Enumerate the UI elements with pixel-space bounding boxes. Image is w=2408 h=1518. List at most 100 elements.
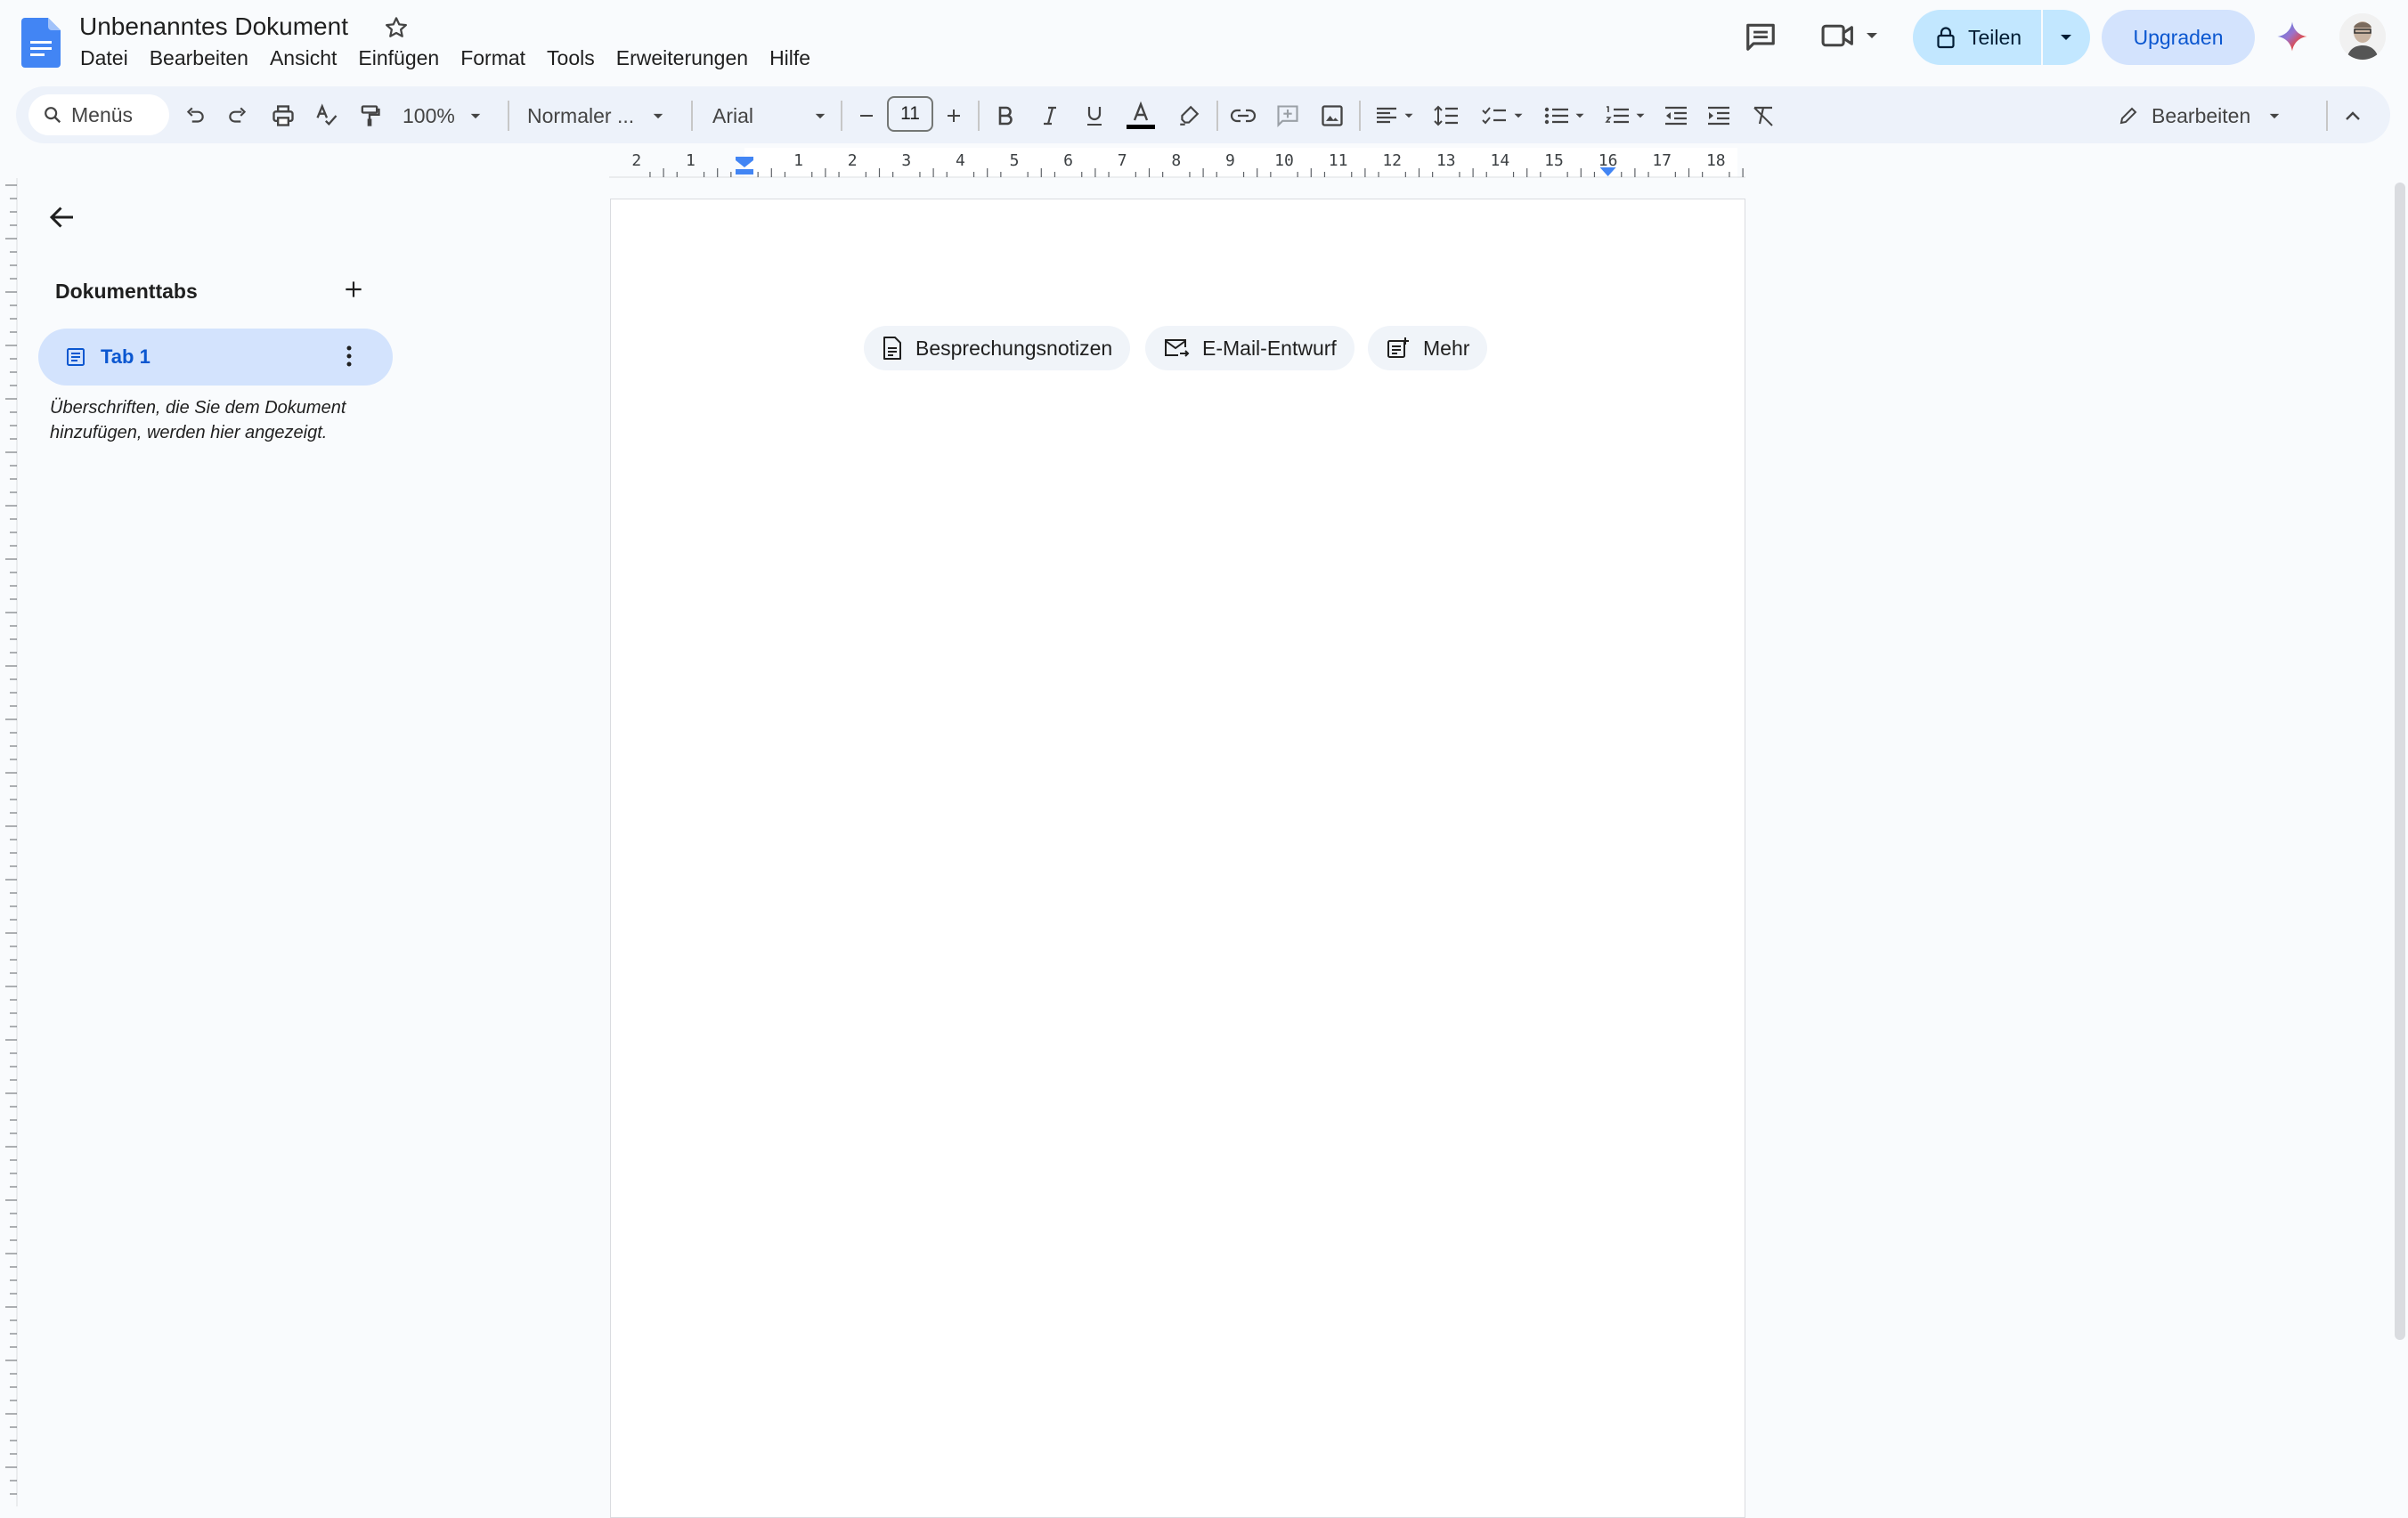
- ruler-label: 3: [901, 151, 911, 170]
- chevron-up-icon[interactable]: [2337, 98, 2369, 134]
- ruler-label: 12: [1382, 151, 1402, 170]
- search-icon: [43, 105, 62, 125]
- chip-label: E-Mail-Entwurf: [1202, 336, 1337, 360]
- font-size-input[interactable]: 11: [887, 96, 933, 132]
- back-arrow-icon[interactable]: [46, 201, 78, 233]
- toolbar-divider: [978, 101, 980, 131]
- menu-erweiterungen[interactable]: Erweiterungen: [616, 46, 748, 70]
- bullet-list-dropdown[interactable]: [1539, 98, 1590, 134]
- upgrade-button[interactable]: Upgraden: [2102, 10, 2255, 65]
- insert-image-icon[interactable]: [1316, 98, 1348, 134]
- ruler-label: 16: [1599, 151, 1618, 170]
- ruler-label: 9: [1225, 151, 1235, 170]
- bold-icon[interactable]: [992, 98, 1019, 134]
- search-menus-label: Menüs: [71, 102, 134, 126]
- chevron-down-icon: [2268, 112, 2281, 120]
- spellcheck-icon[interactable]: [312, 98, 342, 134]
- ruler-label: 8: [1171, 151, 1181, 170]
- paragraph-style-value: Normaler ...: [527, 103, 635, 127]
- ruler-label: 13: [1436, 151, 1456, 170]
- clear-formatting-icon[interactable]: [1747, 98, 1779, 134]
- more-templates-chip[interactable]: Mehr: [1368, 326, 1488, 370]
- email-draft-chip[interactable]: E-Mail-Entwurf: [1145, 326, 1354, 370]
- increase-indent-icon[interactable]: [1703, 98, 1735, 134]
- ruler-content-area: [744, 148, 1738, 178]
- menu-tools[interactable]: Tools: [547, 46, 595, 70]
- zoom-dropdown[interactable]: 100%: [403, 98, 500, 134]
- menu-format[interactable]: Format: [460, 46, 525, 70]
- editing-mode-dropdown[interactable]: Bearbeiten: [2118, 98, 2292, 134]
- search-menus-button[interactable]: Menüs: [28, 94, 169, 135]
- docs-logo-icon[interactable]: [21, 18, 61, 68]
- chip-label: Besprechungsnotizen: [915, 336, 1113, 360]
- align-dropdown[interactable]: [1370, 98, 1420, 134]
- star-icon[interactable]: [383, 14, 410, 41]
- increase-font-size-icon[interactable]: [940, 98, 967, 134]
- print-icon[interactable]: [267, 98, 299, 134]
- ruler-label: 14: [1491, 151, 1510, 170]
- chip-label: Mehr: [1423, 336, 1470, 360]
- ruler-label: 1: [686, 151, 696, 170]
- decrease-font-size-icon[interactable]: [853, 98, 880, 134]
- underline-icon[interactable]: [1081, 98, 1108, 134]
- chevron-down-icon: [1574, 112, 1585, 119]
- menu-datei[interactable]: Datei: [80, 46, 128, 70]
- avatar[interactable]: [2339, 13, 2386, 60]
- toolbar-divider: [508, 101, 509, 131]
- chevron-down-icon: [1513, 112, 1524, 119]
- menu-bearbeiten[interactable]: Bearbeiten: [150, 46, 248, 70]
- ruler-label: 2: [848, 151, 858, 170]
- italic-icon[interactable]: [1037, 98, 1063, 134]
- gemini-sparkle-icon[interactable]: [2274, 19, 2310, 54]
- document-title[interactable]: Unbenanntes Dokument: [79, 12, 348, 41]
- align-left-icon: [1375, 106, 1398, 126]
- more-vert-icon[interactable]: [346, 345, 353, 368]
- document-tab-icon: [65, 346, 86, 368]
- sidebar-tab-1[interactable]: Tab 1: [38, 329, 393, 386]
- chevron-down-icon: [2059, 33, 2073, 42]
- font-dropdown[interactable]: Arial: [712, 98, 826, 134]
- toolbar-divider: [2326, 101, 2328, 131]
- share-button[interactable]: Teilen: [1913, 10, 2041, 65]
- menu-bar: Datei Bearbeiten Ansicht Einfügen Format…: [80, 46, 832, 70]
- ruler-label: 15: [1544, 151, 1564, 170]
- toolbar-divider: [1359, 101, 1361, 131]
- numbered-list-dropdown[interactable]: [1599, 98, 1651, 134]
- line-spacing-icon[interactable]: [1430, 98, 1462, 134]
- ruler-label: 5: [1010, 151, 1020, 170]
- menu-einfuegen[interactable]: Einfügen: [358, 46, 439, 70]
- comment-icon[interactable]: [1744, 20, 1778, 53]
- outline-hint-text: Überschriften, die Sie dem Dokument hinz…: [50, 398, 346, 442]
- checklist-icon: [1481, 105, 1508, 126]
- highlight-color-icon[interactable]: [1174, 98, 1204, 134]
- toolbar-divider: [841, 101, 842, 131]
- paragraph-style-dropdown[interactable]: Normaler ...: [527, 98, 679, 134]
- vertical-scrollbar[interactable]: [2395, 183, 2405, 1340]
- paint-format-icon[interactable]: [354, 98, 385, 134]
- text-color-icon[interactable]: [1124, 98, 1158, 134]
- add-comment-icon[interactable]: [1272, 98, 1304, 134]
- email-draft-icon: [1163, 337, 1190, 360]
- ruler-label: 11: [1329, 151, 1348, 170]
- meet-button[interactable]: [1820, 20, 1879, 52]
- checklist-dropdown[interactable]: [1477, 98, 1528, 134]
- add-tab-icon[interactable]: [342, 278, 365, 301]
- document-page[interactable]: [610, 199, 1745, 1518]
- numbered-list-icon: [1605, 105, 1630, 126]
- ruler-label: 1: [793, 151, 803, 170]
- share-dropdown-button[interactable]: [2040, 10, 2090, 65]
- menu-ansicht[interactable]: Ansicht: [270, 46, 337, 70]
- redo-icon[interactable]: [223, 98, 253, 134]
- document-icon: [882, 336, 903, 361]
- toolbar-divider: [691, 101, 693, 131]
- ruler-label: 17: [1652, 151, 1672, 170]
- decrease-indent-icon[interactable]: [1660, 98, 1692, 134]
- document-tabs-heading: Dokumenttabs: [55, 280, 198, 303]
- undo-icon[interactable]: [180, 98, 210, 134]
- meeting-notes-chip[interactable]: Besprechungsnotizen: [864, 326, 1131, 370]
- link-icon[interactable]: [1227, 98, 1259, 134]
- more-templates-icon: [1386, 337, 1411, 360]
- menu-hilfe[interactable]: Hilfe: [769, 46, 810, 70]
- horizontal-ruler[interactable]: 2 1 1 2 3 4 5 6 7 8 9 10 11 12 13 14 15 16 17 18: [609, 148, 1745, 178]
- chevron-down-icon: [652, 112, 664, 120]
